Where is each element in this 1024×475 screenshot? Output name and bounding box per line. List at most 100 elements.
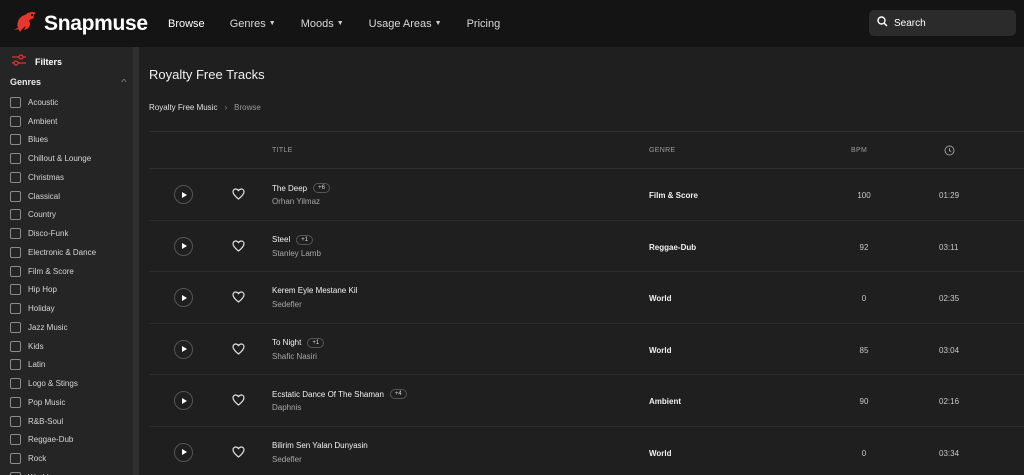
genre-filter-item[interactable]: Reggae-Dub xyxy=(10,431,96,450)
clock-icon[interactable] xyxy=(944,145,955,158)
genre-filter-item[interactable]: Blues xyxy=(10,131,96,150)
nav-moods[interactable]: Moods ▼ xyxy=(301,18,344,30)
track-genre[interactable]: World xyxy=(649,294,672,303)
genre-filter-item[interactable]: Pop Music xyxy=(10,393,96,412)
filters-header[interactable]: Filters xyxy=(0,47,138,76)
genre-checkbox[interactable] xyxy=(10,96,21,108)
genre-checkbox[interactable] xyxy=(10,453,21,465)
genre-checkbox[interactable] xyxy=(10,209,21,221)
track-genre[interactable]: Film & Score xyxy=(649,191,698,200)
table-row[interactable]: Steel +1 Stanley Lamb Reggae-Dub 92 03:1… xyxy=(149,221,1024,272)
genre-filter-item[interactable]: Country xyxy=(10,206,96,225)
genre-filter-item[interactable]: Chillout & Lounge xyxy=(10,149,96,168)
genre-checkbox[interactable] xyxy=(10,190,21,202)
play-button[interactable] xyxy=(174,236,193,256)
favorite-button[interactable] xyxy=(232,445,245,463)
nav-browse[interactable]: Browse xyxy=(168,18,205,30)
sidebar-scrollbar[interactable] xyxy=(133,47,138,475)
track-artist[interactable]: Shafic Nasiri xyxy=(272,352,317,361)
track-artist[interactable]: Sedefler xyxy=(272,300,302,309)
nav-pricing[interactable]: Pricing xyxy=(467,18,501,30)
genre-checkbox[interactable] xyxy=(10,434,21,446)
track-artist[interactable]: Orhan Yilmaz xyxy=(272,197,320,206)
favorite-button[interactable] xyxy=(232,290,245,308)
search-box[interactable]: Search xyxy=(869,10,1016,36)
genre-filter-item[interactable]: Classical xyxy=(10,187,96,206)
genre-checkbox[interactable] xyxy=(10,246,21,258)
nav-usage-areas[interactable]: Usage Areas ▼ xyxy=(369,18,442,30)
genre-filter-item[interactable]: Acoustic xyxy=(10,93,96,112)
genre-filter-item[interactable]: World xyxy=(10,468,96,475)
table-row[interactable]: The Deep +6 Orhan Yilmaz Film & Score 10… xyxy=(149,169,1024,221)
track-title[interactable]: The Deep xyxy=(272,184,307,193)
genre-checkbox[interactable] xyxy=(10,134,21,146)
track-genre[interactable]: World xyxy=(649,346,672,355)
track-artist[interactable]: Stanley Lamb xyxy=(272,249,321,258)
track-artist[interactable]: Daphnis xyxy=(272,403,301,412)
genre-checkbox[interactable] xyxy=(10,396,21,408)
genre-filter-item[interactable]: Rock xyxy=(10,449,96,468)
favorite-button[interactable] xyxy=(232,393,245,411)
genre-filter-item[interactable]: Hip Hop xyxy=(10,281,96,300)
chevron-up-icon[interactable]: ^ xyxy=(121,78,126,87)
breadcrumb-link[interactable]: Royalty Free Music xyxy=(149,103,217,112)
genre-checkbox[interactable] xyxy=(10,265,21,277)
track-title[interactable]: Kerem Eyle Mestane Kil xyxy=(272,286,357,295)
genre-checkbox[interactable] xyxy=(10,171,21,183)
track-genre[interactable]: World xyxy=(649,449,672,458)
table-row[interactable]: Ecstatic Dance Of The Shaman +4 Daphnis … xyxy=(149,375,1024,427)
genre-filter-item[interactable]: Holiday xyxy=(10,299,96,318)
genre-checkbox[interactable] xyxy=(10,228,21,240)
favorite-button[interactable] xyxy=(232,342,245,360)
genre-filter-item[interactable]: Logo & Stings xyxy=(10,374,96,393)
track-title[interactable]: Ecstatic Dance Of The Shaman xyxy=(272,390,384,399)
genre-filter-label: Rock xyxy=(28,454,47,464)
play-button[interactable] xyxy=(174,288,193,307)
genre-checkbox[interactable] xyxy=(10,321,21,333)
genre-checkbox[interactable] xyxy=(10,153,21,165)
genre-filter-item[interactable]: Film & Score xyxy=(10,262,96,281)
genre-checkbox[interactable] xyxy=(10,284,21,296)
genre-filter-item[interactable]: Ambient xyxy=(10,112,96,131)
table-row[interactable]: Kerem Eyle Mestane Kil Sedefler World 0 … xyxy=(149,272,1024,324)
column-genre[interactable]: GENRE xyxy=(649,147,675,154)
genre-filter-item[interactable]: Jazz Music xyxy=(10,318,96,337)
versions-badge[interactable]: +4 xyxy=(389,389,407,399)
favorite-button[interactable] xyxy=(232,187,245,205)
column-bpm[interactable]: BPM xyxy=(851,147,867,154)
genre-filter-item[interactable]: Electronic & Dance xyxy=(10,243,96,262)
genre-filter-item[interactable]: Kids xyxy=(10,337,96,356)
versions-badge[interactable]: +6 xyxy=(313,183,330,193)
main-nav: Browse Genres ▼ Moods ▼ Usage Areas ▼ Pr… xyxy=(168,0,525,47)
genre-checkbox[interactable] xyxy=(10,359,21,371)
genre-filter-item[interactable]: Latin xyxy=(10,356,96,375)
versions-badge[interactable]: +1 xyxy=(296,234,314,245)
genre-checkbox[interactable] xyxy=(10,415,21,427)
genre-checkbox[interactable] xyxy=(10,115,21,127)
play-button[interactable] xyxy=(174,391,193,410)
genre-checkbox[interactable] xyxy=(10,340,21,352)
table-row[interactable]: To Night +1 Shafic Nasiri World 85 03:04 xyxy=(149,324,1024,375)
versions-badge[interactable]: +1 xyxy=(307,337,325,348)
genre-filter-item[interactable]: R&B-Soul xyxy=(10,412,96,431)
track-title[interactable]: Steel xyxy=(272,235,290,244)
track-genre[interactable]: Reggae-Dub xyxy=(649,243,696,252)
favorite-button[interactable] xyxy=(232,239,245,257)
column-title[interactable]: TITLE xyxy=(272,147,293,154)
play-button[interactable] xyxy=(174,339,193,359)
table-row[interactable]: Bilirim Sen Yalan Dunyasin Sedefler Worl… xyxy=(149,427,1024,475)
play-icon xyxy=(181,397,187,404)
logo[interactable]: Snapmuse xyxy=(12,8,148,39)
genre-checkbox[interactable] xyxy=(10,303,21,315)
nav-genres[interactable]: Genres ▼ xyxy=(230,18,276,30)
track-title[interactable]: To Night xyxy=(272,338,301,347)
genre-filter-item[interactable]: Disco-Funk xyxy=(10,224,96,243)
genres-section-header[interactable]: Genres ^ xyxy=(0,76,138,88)
genre-filter-item[interactable]: Christmas xyxy=(10,168,96,187)
genre-checkbox[interactable] xyxy=(10,378,21,390)
track-title[interactable]: Bilirim Sen Yalan Dunyasin xyxy=(272,441,368,450)
track-genre[interactable]: Ambient xyxy=(649,397,681,406)
play-button[interactable] xyxy=(174,185,193,204)
play-button[interactable] xyxy=(174,442,193,462)
track-artist[interactable]: Sedefler xyxy=(272,455,302,464)
